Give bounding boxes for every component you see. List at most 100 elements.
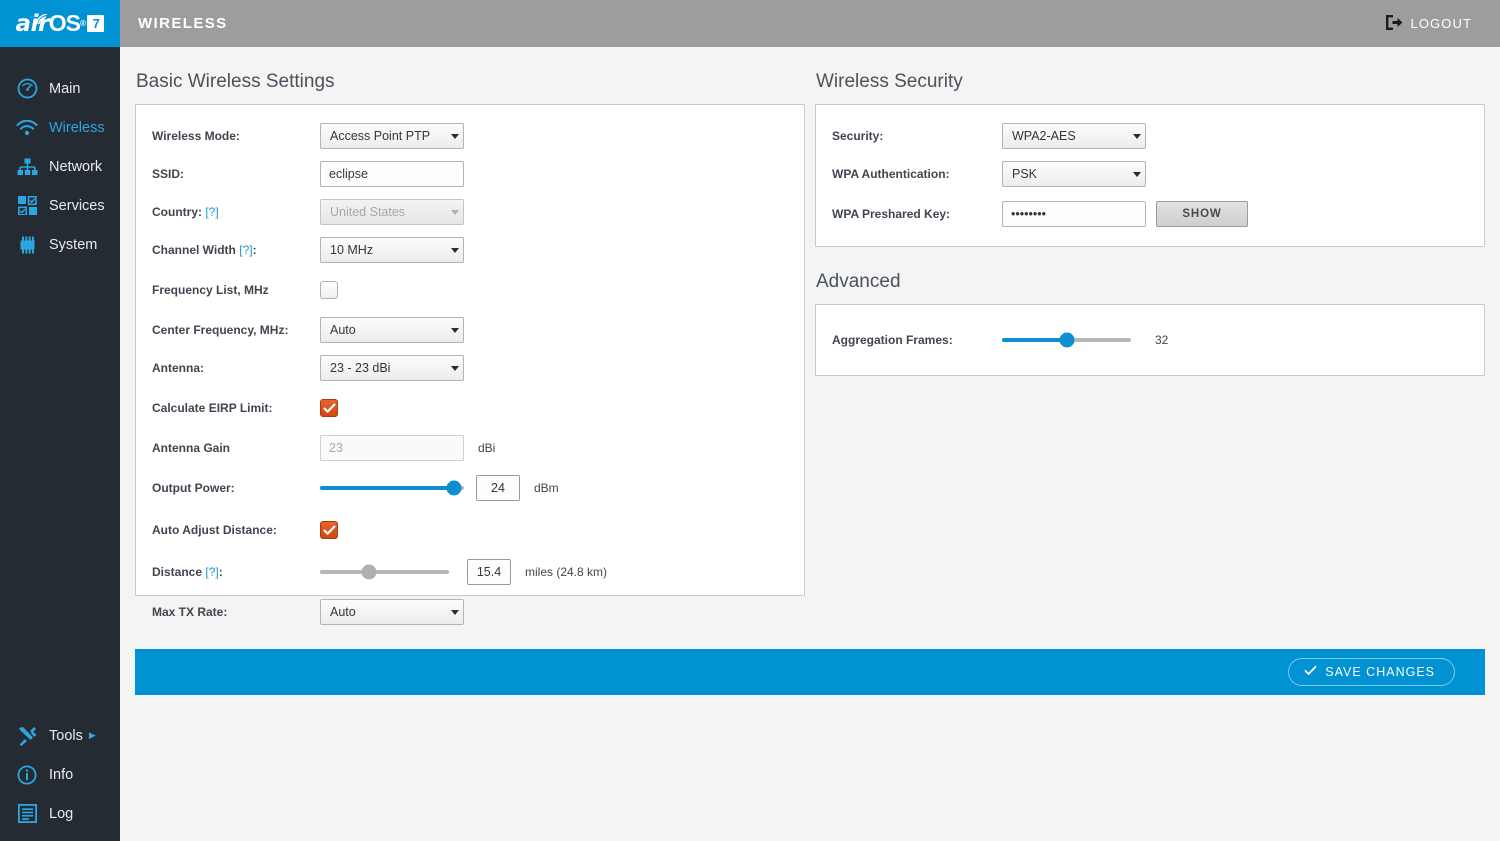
output-power-label: Output Power: — [152, 481, 235, 495]
sidebar-item-label: Network — [49, 158, 103, 175]
top-bar: WIRELESS LOGOUT — [120, 0, 1500, 47]
airos-logo: air OS ® 7 — [16, 10, 105, 37]
distance-unit: miles (24.8 km) — [525, 565, 608, 579]
chevron-right-icon: ▶ — [88, 730, 96, 740]
calculate-eirp-checkbox[interactable] — [320, 399, 338, 417]
logout-label: LOGOUT — [1410, 16, 1472, 31]
save-changes-label: SAVE CHANGES — [1325, 665, 1435, 679]
auto-adjust-distance-checkbox[interactable] — [320, 521, 338, 539]
frequency-list-label: Frequency List, MHz — [152, 283, 269, 297]
max-tx-rate-value: Auto — [330, 605, 356, 619]
sidebar-item-label: Tools — [49, 727, 83, 744]
wpa-authentication-select[interactable]: PSK — [1002, 161, 1146, 187]
page-title: WIRELESS — [138, 15, 228, 32]
row-distance: Distance [?]: miles (24.8 km) — [136, 551, 804, 593]
basic-settings-heading: Basic Wireless Settings — [136, 71, 335, 92]
sidebar-item-services[interactable]: Services — [0, 186, 120, 225]
system-icon — [14, 235, 40, 255]
save-changes-button[interactable]: SAVE CHANGES — [1288, 658, 1455, 686]
sidebar-item-tools[interactable]: Tools ▶ — [0, 716, 120, 755]
wpa-authentication-value: PSK — [1012, 167, 1038, 181]
check-icon — [1304, 665, 1317, 679]
row-wpa-preshared-key: WPA Preshared Key: SHOW — [816, 193, 1484, 235]
signal-wave-icon — [35, 4, 50, 31]
channel-width-label: Channel Width [?]: — [152, 243, 320, 257]
max-tx-rate-select[interactable]: Auto — [320, 599, 464, 625]
chevron-down-icon — [448, 125, 462, 147]
main-content: Basic Wireless Settings Wireless Mode: A… — [120, 47, 1500, 841]
row-aggregation-frames: Aggregation Frames: 32 — [816, 321, 1484, 359]
sidebar-item-wireless[interactable]: Wireless — [0, 108, 120, 147]
distance-input — [467, 559, 511, 585]
save-bar: SAVE CHANGES — [135, 649, 1485, 695]
sidebar-item-system[interactable]: System — [0, 225, 120, 264]
row-wireless-mode: Wireless Mode: Access Point PTP — [136, 117, 804, 155]
wireless-security-column: Wireless Security Security: WPA2-AES WPA… — [815, 47, 1485, 376]
wireless-mode-select[interactable]: Access Point PTP — [320, 123, 464, 149]
brand-logo[interactable]: air OS ® 7 — [0, 0, 120, 47]
channel-width-value: 10 MHz — [330, 243, 374, 257]
slider-fill — [320, 486, 454, 490]
ssid-input[interactable] — [320, 161, 464, 187]
calculate-eirp-label: Calculate EIRP Limit: — [152, 401, 273, 415]
auto-adjust-distance-label: Auto Adjust Distance: — [152, 523, 277, 537]
logo-os-text: OS — [48, 10, 81, 36]
center-frequency-label: Center Frequency, MHz: — [152, 323, 289, 337]
wireless-mode-label: Wireless Mode: — [152, 129, 240, 143]
row-channel-width: Channel Width [?]: 10 MHz — [136, 231, 804, 269]
channel-width-help-link[interactable]: [?] — [239, 243, 252, 257]
gauge-icon — [14, 78, 40, 99]
basic-settings-panel: Wireless Mode: Access Point PTP SSID: ec… — [135, 104, 805, 625]
antenna-gain-unit: dBi — [478, 441, 496, 455]
sidebar-bottom-nav: Tools ▶ Info Log — [0, 716, 120, 833]
row-country: Country: [?] United States — [136, 193, 804, 231]
wpa-preshared-key-input[interactable] — [1002, 201, 1146, 227]
slider-knob[interactable] — [446, 480, 462, 496]
output-power-slider[interactable] — [320, 479, 464, 497]
sidebar-item-log[interactable]: Log — [0, 794, 120, 833]
chevron-down-icon — [448, 601, 462, 623]
row-calculate-eirp: Calculate EIRP Limit: — [136, 387, 804, 429]
row-antenna-gain: Antenna Gain dBi — [136, 429, 804, 467]
aggregation-frames-slider[interactable] — [1002, 331, 1131, 349]
distance-label-text: Distance — [152, 565, 203, 579]
antenna-gain-label: Antenna Gain — [152, 441, 231, 455]
antenna-select[interactable]: 23 - 23 dBi — [320, 355, 464, 381]
info-icon — [14, 764, 40, 785]
country-label: Country: [?] — [152, 205, 320, 219]
output-power-unit: dBm — [534, 481, 559, 495]
sidebar-item-label: Wireless — [49, 119, 105, 136]
center-frequency-select[interactable]: Auto — [320, 317, 464, 343]
distance-help-link[interactable]: [?] — [205, 565, 218, 579]
output-power-input[interactable] — [476, 475, 520, 501]
channel-width-suffix: : — [252, 243, 257, 257]
row-max-tx-rate: Max TX Rate: Auto — [136, 593, 804, 631]
security-select[interactable]: WPA2-AES — [1002, 123, 1146, 149]
chevron-down-icon — [448, 319, 462, 341]
tools-icon — [14, 726, 40, 746]
wifi-icon — [14, 118, 40, 138]
advanced-heading: Advanced — [816, 271, 901, 292]
country-select: United States — [320, 199, 464, 225]
sidebar-item-label: Log — [49, 805, 74, 822]
sidebar-item-info[interactable]: Info — [0, 755, 120, 794]
distance-label: Distance [?]: — [152, 565, 320, 579]
channel-width-select[interactable]: 10 MHz — [320, 237, 464, 263]
security-label: Security: — [832, 129, 884, 143]
row-output-power: Output Power: dBm — [136, 467, 804, 509]
country-help-link[interactable]: [?] — [205, 205, 218, 219]
sidebar-item-network[interactable]: Network — [0, 147, 120, 186]
security-value: WPA2-AES — [1012, 129, 1076, 143]
wireless-security-panel: Security: WPA2-AES WPA Authentication: P… — [815, 104, 1485, 247]
chevron-down-icon — [1130, 163, 1144, 185]
sidebar-item-main[interactable]: Main — [0, 69, 120, 108]
slider-knob[interactable] — [1059, 332, 1074, 348]
basic-wireless-column: Basic Wireless Settings Wireless Mode: A… — [135, 47, 805, 625]
frequency-list-checkbox[interactable] — [320, 281, 338, 299]
sidebar-item-label: Info — [49, 766, 74, 783]
chevron-down-icon — [1130, 125, 1144, 147]
logout-button[interactable]: LOGOUT — [1385, 14, 1473, 34]
show-password-button[interactable]: SHOW — [1156, 201, 1248, 227]
sidebar: air OS ® 7 Main Wireless Network Service… — [0, 0, 120, 841]
row-auto-adjust-distance: Auto Adjust Distance: — [136, 509, 804, 551]
